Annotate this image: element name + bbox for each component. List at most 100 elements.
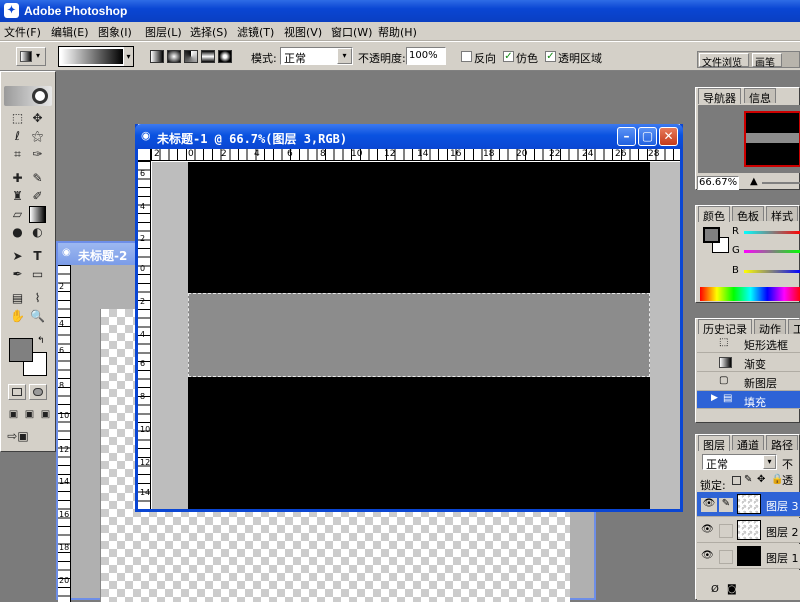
navigator-thumbnail[interactable] (744, 111, 800, 167)
crop-tool-icon[interactable]: ⌗ (9, 146, 26, 163)
ruler-origin[interactable] (138, 149, 151, 161)
document-window-1[interactable]: ◉ 未标题-1 @ 66.7%(图层 3,RGB) – ▢ ✕ 2 0 2 4 … (135, 124, 683, 512)
tab-tool-presets[interactable]: 工 (788, 319, 800, 336)
eraser-tool-icon[interactable]: ▱ (9, 206, 26, 223)
type-tool-icon[interactable]: T (29, 248, 46, 265)
brush-tool-icon[interactable]: ✎ (29, 170, 46, 187)
history-item[interactable]: 渐变 (697, 353, 800, 372)
zoom-input[interactable]: 66.67% (697, 176, 739, 190)
lock-position-icon[interactable]: ✥ (757, 474, 765, 485)
dither-checkbox[interactable]: ✓ (503, 51, 514, 62)
quick-mask-mode-button[interactable] (29, 384, 47, 400)
visibility-eye-icon[interactable]: 👁 (701, 524, 714, 535)
layer-mask-icon[interactable]: ◙ (727, 584, 737, 595)
link-slot[interactable] (719, 524, 733, 538)
lock-transparency-icon[interactable] (732, 476, 741, 485)
document-1-canvas[interactable] (188, 162, 650, 509)
visibility-eye-icon[interactable]: 👁 (701, 498, 717, 512)
g-slider[interactable] (744, 250, 800, 253)
navigator-preview[interactable] (698, 105, 800, 173)
zoom-out-icon[interactable]: ▲ (750, 176, 758, 187)
close-button[interactable]: ✕ (659, 127, 678, 146)
jump-to-imageready-icon[interactable]: ⇨▣ (7, 428, 29, 445)
swap-colors-icon[interactable]: ↰ (37, 336, 45, 346)
path-selection-tool-icon[interactable]: ➤ (9, 248, 26, 265)
zoom-slider[interactable] (762, 182, 800, 184)
tab-navigator[interactable]: 导航器 (698, 88, 741, 105)
reflected-gradient-button[interactable] (201, 50, 215, 63)
lock-all-icon[interactable]: 🔒 (771, 474, 783, 485)
color-foreground-swatch[interactable] (703, 227, 720, 243)
tab-layers[interactable]: 图层 (698, 435, 730, 452)
filled-selection[interactable] (188, 293, 650, 377)
pen-tool-icon[interactable]: ✒ (9, 266, 26, 283)
layer-row-active[interactable]: 👁 ✎ 图层 3 (697, 492, 800, 517)
zoom-tool-icon[interactable]: 🔍 (29, 308, 46, 325)
history-item[interactable]: ⬚ 矩形选框 (697, 334, 800, 353)
history-item-active[interactable]: ▶ ▤ 填充 (697, 391, 800, 409)
diamond-gradient-button[interactable] (218, 50, 232, 63)
tab-styles[interactable]: 样式 (766, 206, 798, 223)
reverse-checkbox[interactable] (461, 51, 472, 62)
lock-pixels-icon[interactable]: ✎ (744, 474, 752, 485)
layer-blend-mode-select[interactable]: 正常 ▾ (702, 454, 777, 471)
menu-help[interactable]: 帮助(H) (378, 24, 417, 40)
full-screen-menu-icon[interactable]: ▣ (21, 406, 38, 423)
menu-view[interactable]: 视图(V) (284, 24, 322, 40)
full-screen-icon[interactable]: ▣ (37, 406, 54, 423)
standard-mode-button[interactable] (8, 384, 26, 400)
blur-tool-icon[interactable]: ● (9, 224, 26, 241)
b-slider[interactable] (744, 270, 800, 273)
gradient-picker[interactable]: ▾ (58, 46, 134, 67)
minimize-button[interactable]: – (617, 127, 636, 146)
notes-tool-icon[interactable]: ▤ (9, 290, 26, 307)
radial-gradient-button[interactable] (167, 50, 181, 63)
menu-image[interactable]: 图象(I) (98, 24, 132, 40)
layer-row[interactable]: 👁 图层 1 (697, 544, 800, 569)
r-slider[interactable] (744, 231, 800, 234)
menu-edit[interactable]: 编辑(E) (51, 24, 89, 40)
tab-actions[interactable]: 动作 (754, 319, 786, 336)
tab-channels[interactable]: 通道 (732, 435, 764, 452)
foreground-color-swatch[interactable] (9, 338, 33, 362)
layer-row[interactable]: 👁 图层 2 (697, 518, 800, 543)
mode-select[interactable]: 正常 ▾ (280, 47, 353, 65)
tab-history[interactable]: 历史记录 (698, 319, 752, 336)
visibility-eye-icon[interactable]: 👁 (701, 550, 714, 561)
history-item[interactable]: ▢ 新图层 (697, 372, 800, 391)
layer-style-icon[interactable]: Ø (711, 584, 719, 595)
file-browser-tab[interactable]: 文件浏览 (699, 53, 749, 69)
magic-wand-tool-icon[interactable]: ⚝ (29, 128, 46, 145)
eyedropper-tool-icon[interactable]: ⌇ (29, 290, 46, 307)
menu-file[interactable]: 文件(F) (4, 24, 41, 40)
healing-brush-tool-icon[interactable]: ✚ (9, 170, 26, 187)
tab-info[interactable]: 信息 (744, 88, 776, 105)
transparency-checkbox[interactable]: ✓ (545, 51, 556, 62)
app-title-bar[interactable]: ✦ Adobe Photoshop (0, 0, 800, 22)
tab-paths[interactable]: 路径 (766, 435, 798, 452)
link-slot[interactable] (719, 550, 733, 564)
adobe-online-icon[interactable] (4, 86, 52, 106)
linear-gradient-button[interactable] (150, 50, 164, 63)
move-tool-icon[interactable]: ✥ (29, 110, 46, 127)
clone-stamp-tool-icon[interactable]: ♜ (9, 188, 26, 205)
marquee-tool-icon[interactable]: ⬚ (9, 110, 26, 127)
history-brush-tool-icon[interactable]: ✐ (29, 188, 46, 205)
tool-preset-picker[interactable]: ▾ (16, 47, 46, 66)
document-1-title-bar[interactable]: ◉ 未标题-1 @ 66.7%(图层 3,RGB) – ▢ ✕ (135, 124, 683, 149)
gradient-tool-icon[interactable] (29, 206, 46, 223)
menu-filter[interactable]: 滤镜(T) (237, 24, 274, 40)
maximize-button[interactable]: ▢ (638, 127, 657, 146)
opacity-input[interactable]: 100% (406, 47, 446, 65)
color-ramp[interactable] (700, 287, 800, 301)
brushes-tab[interactable]: 画笔 (752, 53, 782, 69)
angle-gradient-button[interactable] (184, 50, 198, 63)
brush-link-icon[interactable]: ✎ (719, 498, 733, 512)
rectangle-tool-icon[interactable]: ▭ (29, 266, 46, 283)
dodge-tool-icon[interactable]: ◐ (29, 224, 46, 241)
tab-swatches[interactable]: 色板 (732, 206, 764, 223)
tab-color[interactable]: 颜色 (698, 206, 730, 223)
menu-layer[interactable]: 图层(L) (145, 24, 182, 40)
lasso-tool-icon[interactable]: ℓ (9, 128, 26, 145)
standard-screen-icon[interactable]: ▣ (5, 406, 22, 423)
